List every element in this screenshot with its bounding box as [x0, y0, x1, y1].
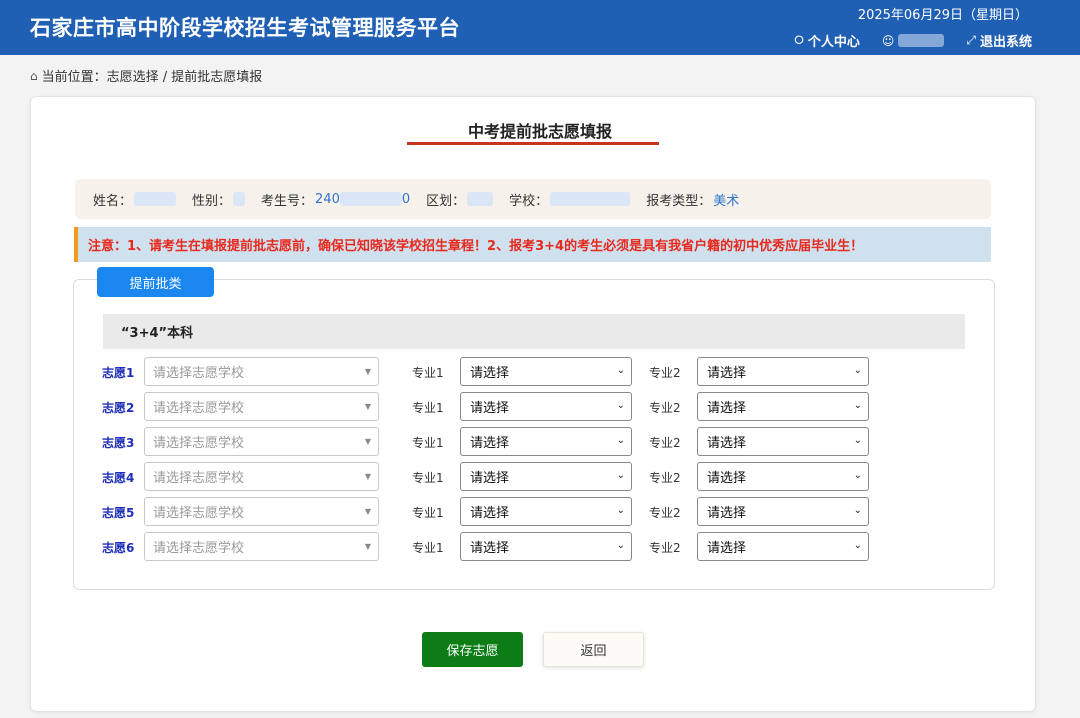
chevron-down-icon: ⌄ — [616, 365, 625, 376]
chevron-down-icon: ⌄ — [616, 540, 625, 551]
major1-label: 专业1 — [412, 401, 444, 415]
major2-select[interactable]: 请选择 ⌄ — [697, 357, 869, 386]
major1-select[interactable]: 请选择 ⌄ — [460, 392, 632, 421]
major1-label: 专业1 — [412, 366, 444, 380]
choice-row-6: 志愿6 请选择志愿学校 ▼ 专业1 请选择 ⌄ 专业2 请选择 ⌄ — [0, 532, 1080, 562]
choice-row-4: 志愿4 请选择志愿学校 ▼ 专业1 请选择 ⌄ 专业2 请选择 ⌄ — [0, 462, 1080, 492]
choice-row-5: 志愿5 请选择志愿学校 ▼ 专业1 请选择 ⌄ 专业2 请选择 ⌄ — [0, 497, 1080, 527]
top-header: 石家庄市高中阶段学校招生考试管理服务平台 2025年06月29日（星期日） ⭘ … — [0, 0, 1080, 55]
major1-select[interactable]: 请选择 ⌄ — [460, 462, 632, 491]
major2-label: 专业2 — [649, 366, 681, 380]
school-label: 学校： — [509, 193, 549, 209]
district-label: 区划： — [426, 193, 466, 209]
logout-link[interactable]: ⤢ 退出系统 — [966, 31, 1032, 50]
chevron-down-icon: ⌄ — [853, 400, 862, 411]
chevron-down-icon: ⌄ — [853, 505, 862, 516]
triangle-down-icon: ▼ — [364, 367, 371, 376]
type-value: 美术 — [713, 193, 740, 209]
exam-no-label: 考生号： — [261, 193, 314, 209]
profile-link[interactable]: ⭘ 个人中心 — [794, 31, 860, 50]
choice-label: 志愿4 — [102, 471, 135, 485]
exam-no-prefix: 240 — [315, 191, 340, 207]
major1-label: 专业1 — [412, 436, 444, 450]
notice-banner: 注意：1、请考生在填报提前批志愿前，确保已知晓该学校招生章程！2、报考3+4的考… — [74, 227, 991, 262]
school-select[interactable]: 请选择志愿学校 ▼ — [144, 392, 379, 421]
save-button[interactable]: 保存志愿 — [422, 632, 523, 667]
major2-select[interactable]: 请选择 ⌄ — [697, 427, 869, 456]
triangle-down-icon: ▼ — [364, 437, 371, 446]
gender-label: 性别： — [192, 193, 232, 209]
chevron-down-icon: ⌄ — [853, 435, 862, 446]
title-underline — [407, 142, 659, 145]
logout-label: 退出系统 — [979, 35, 1032, 50]
current-date: 2025年06月29日（星期日） — [857, 8, 1028, 23]
chevron-down-icon: ⌄ — [616, 435, 625, 446]
chevron-down-icon: ⌄ — [853, 540, 862, 551]
major2-label: 专业2 — [649, 506, 681, 520]
major1-select[interactable]: 请选择 ⌄ — [460, 497, 632, 526]
choice-row-3: 志愿3 请选择志愿学校 ▼ 专业1 请选择 ⌄ 专业2 请选择 ⌄ — [0, 427, 1080, 457]
home-icon[interactable]: ⌂ — [30, 69, 38, 83]
chevron-down-icon: ⌄ — [616, 505, 625, 516]
chevron-down-icon: ⌄ — [853, 365, 862, 376]
school-select[interactable]: 请选择志愿学校 ▼ — [144, 427, 379, 456]
chevron-down-icon: ⌄ — [853, 470, 862, 481]
major2-label: 专业2 — [649, 471, 681, 485]
user-menu[interactable]: ☺ — [882, 34, 945, 48]
profile-label: 个人中心 — [807, 35, 860, 50]
gender-value-masked — [233, 192, 246, 206]
breadcrumb: ⌂ 当前位置： 志愿选择 / 提前批志愿填报 — [30, 66, 263, 86]
choice-row-1: 志愿1 请选择志愿学校 ▼ 专业1 请选择 ⌄ 专业2 请选择 ⌄ — [0, 357, 1080, 387]
category-heading: “3+4”本科 — [103, 314, 965, 349]
major1-select[interactable]: 请选择 ⌄ — [460, 532, 632, 561]
school-select[interactable]: 请选择志愿学校 ▼ — [144, 357, 379, 386]
triangle-down-icon: ▼ — [364, 402, 371, 411]
choice-row-2: 志愿2 请选择志愿学校 ▼ 专业1 请选择 ⌄ 专业2 请选择 ⌄ — [0, 392, 1080, 422]
major2-select[interactable]: 请选择 ⌄ — [697, 392, 869, 421]
choice-label: 志愿5 — [102, 506, 135, 520]
type-label: 报考类型： — [646, 193, 712, 209]
choice-label: 志愿6 — [102, 541, 135, 555]
major1-label: 专业1 — [412, 541, 444, 555]
school-select[interactable]: 请选择志愿学校 ▼ — [144, 497, 379, 526]
school-select[interactable]: 请选择志愿学校 ▼ — [144, 462, 379, 491]
tag-icon: ⭘ — [794, 33, 804, 47]
platform-title: 石家庄市高中阶段学校招生考试管理服务平台 — [30, 16, 460, 40]
major1-select[interactable]: 请选择 ⌄ — [460, 427, 632, 456]
page-title: 中考提前批志愿填报 — [467, 122, 612, 141]
triangle-down-icon: ▼ — [364, 542, 371, 551]
user-icon: ☺ — [881, 33, 895, 48]
tab-early-batch[interactable]: 提前批类 — [97, 267, 214, 297]
exam-no-suffix: 0 — [401, 191, 411, 207]
triangle-down-icon: ▼ — [364, 507, 371, 516]
back-button[interactable]: 返回 — [543, 632, 644, 667]
major2-label: 专业2 — [649, 436, 681, 450]
chevron-down-icon: ⌄ — [616, 470, 625, 481]
major2-select[interactable]: 请选择 ⌄ — [697, 532, 869, 561]
district-value-masked — [467, 192, 494, 206]
school-select[interactable]: 请选择志愿学校 ▼ — [144, 532, 379, 561]
major2-select[interactable]: 请选择 ⌄ — [697, 497, 869, 526]
student-info-bar: 姓名： 性别： 考生号： 240 0 区划： 学校： 报考类型： 美术 — [75, 179, 991, 219]
exit-icon: ⤢ — [966, 33, 976, 47]
name-value-masked — [134, 192, 177, 206]
major2-select[interactable]: 请选择 ⌄ — [697, 462, 869, 491]
major2-label: 专业2 — [649, 401, 681, 415]
chevron-down-icon: ⌄ — [616, 400, 625, 411]
choice-label: 志愿1 — [102, 366, 135, 380]
major1-label: 专业1 — [412, 471, 444, 485]
exam-no-masked — [339, 192, 402, 206]
triangle-down-icon: ▼ — [364, 472, 371, 481]
major1-label: 专业1 — [412, 506, 444, 520]
major2-label: 专业2 — [649, 541, 681, 555]
user-name-masked — [898, 34, 945, 47]
major1-select[interactable]: 请选择 ⌄ — [460, 357, 632, 386]
header-nav: ⭘ 个人中心 ☺ ⤢ 退出系统 — [772, 31, 1032, 50]
breadcrumb-path: 志愿选择 / 提前批志愿填报 — [106, 70, 263, 85]
choice-label: 志愿3 — [102, 436, 135, 450]
choice-label: 志愿2 — [102, 401, 135, 415]
name-label: 姓名： — [93, 193, 133, 209]
school-value-masked — [550, 192, 631, 206]
breadcrumb-prefix: 当前位置： — [41, 70, 107, 85]
